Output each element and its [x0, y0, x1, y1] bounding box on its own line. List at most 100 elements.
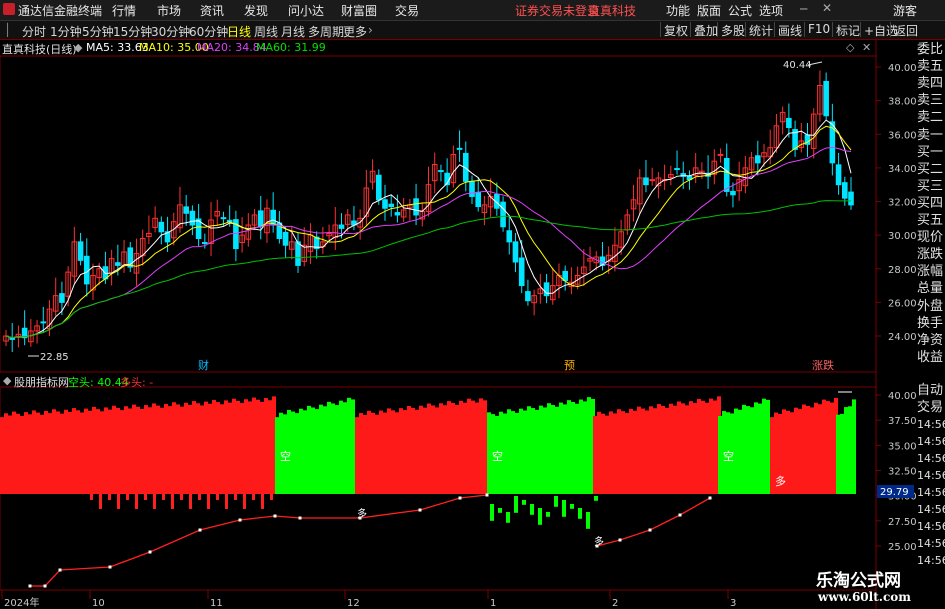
trade-login-warning[interactable]: 证券交易未登录 [515, 2, 599, 19]
indicator-bar [36, 412, 40, 494]
indicator-bar [605, 415, 609, 494]
tab-1min[interactable]: 1分钟 [50, 23, 82, 40]
tab-30min[interactable]: 30分钟 [151, 23, 190, 40]
draw-line-button[interactable]: 画线 [774, 22, 805, 38]
indicator-bar [559, 402, 563, 494]
indicator-bar [613, 413, 617, 494]
tab-60min[interactable]: 60分钟 [189, 23, 228, 40]
quote-label: 买五 [917, 213, 944, 228]
indicator-bar [311, 407, 315, 494]
tab-5min[interactable]: 5分钟 [82, 23, 114, 40]
indicator-bar [0, 417, 4, 494]
menu-item-formula[interactable]: 公式 [728, 2, 752, 19]
tab-monthly[interactable]: 月线 [281, 23, 305, 40]
candle-body [375, 174, 382, 201]
indicator-bar [240, 403, 244, 494]
ma60-line [5, 200, 851, 339]
sub-bar [135, 494, 138, 509]
indicator-bar [232, 398, 236, 494]
kline-chart[interactable]: 空空空多多多 40.0038.0036.0034.0032.0030.0028.… [0, 40, 917, 609]
menu-item-wealth[interactable]: 财富圈 [341, 2, 377, 19]
stats-button[interactable]: 统计 [745, 22, 776, 38]
indicator-bar [617, 409, 621, 494]
tab-multi-period[interactable]: 多周期 [308, 23, 344, 40]
ma-info-bar: 直真科技(日线) ◆ MA5: 33.63 MA10: 35.00 MA20: … [0, 40, 880, 56]
tab-daily[interactable]: 日线 [227, 23, 251, 40]
indicator-bar [236, 400, 240, 494]
indicator-bar [531, 408, 535, 494]
guest-login[interactable]: 游客 [893, 2, 917, 19]
indicator-bar [653, 408, 657, 494]
chevron-right-icon[interactable]: › [368, 23, 373, 37]
indicator-bar [475, 402, 479, 494]
candle-body [848, 191, 854, 206]
back-button[interactable]: 返回 [890, 22, 921, 38]
candle-body [270, 209, 276, 226]
gear-icon[interactable]: ◆ [74, 41, 82, 54]
back-icon[interactable]: │ [4, 23, 11, 37]
indicator-bar [383, 412, 387, 494]
indicator-bar [463, 402, 467, 494]
x-axis-label: 1 [490, 598, 496, 609]
sub-bar [162, 494, 165, 500]
close-chart-icon[interactable]: ✕ [862, 41, 871, 54]
indicator-bar [471, 400, 475, 494]
quote-label: 卖四 [917, 76, 944, 92]
trend-dot [618, 538, 622, 542]
indicator-bar [16, 413, 20, 494]
indicator-bar [523, 410, 527, 494]
indicator-bar [291, 411, 295, 494]
f10-button[interactable]: F10 [804, 22, 833, 37]
minimize-icon[interactable]: ─ [800, 2, 807, 16]
tab-15min[interactable]: 15分钟 [113, 23, 152, 40]
trend-dot [148, 550, 152, 554]
menu-item-layout[interactable]: 版面 [697, 2, 721, 19]
gear-icon[interactable]: ◆ [3, 374, 11, 387]
tab-weekly[interactable]: 周线 [254, 23, 278, 40]
indicator-bar [76, 410, 80, 494]
quote-label: 现价 [917, 230, 944, 246]
indicator-bar [319, 404, 323, 494]
indicator-bar [669, 403, 673, 494]
indicator-bar [519, 408, 523, 494]
sub-bar [90, 494, 93, 500]
menu-item-options[interactable]: 选项 [759, 2, 783, 19]
menu-item-function[interactable]: 功能 [666, 2, 690, 19]
candle-body [823, 80, 829, 117]
indicator-bar [511, 411, 515, 494]
menu-item-market[interactable]: 市场 [157, 2, 181, 19]
candle-body [786, 117, 792, 129]
diamond-icon[interactable]: ◇ [846, 41, 854, 54]
indicator-bar [248, 401, 252, 494]
indicator-bar [609, 411, 613, 494]
indicator-bar [351, 399, 355, 494]
indicator-bar [483, 400, 487, 494]
trend-dot [418, 508, 422, 512]
menu-bar: 通达信金融终端 行情 市场 资讯 发现 问小达 财富圈 交易 证券交易未登录 直… [0, 0, 945, 21]
x-axis-label: 3 [730, 598, 736, 609]
indicator-bar [419, 405, 423, 494]
trend-dot [43, 584, 47, 588]
tab-more[interactable]: 更多 [343, 23, 367, 40]
sub-bar [189, 494, 192, 509]
indicator-bar [128, 408, 132, 494]
indicator-bar [637, 406, 641, 494]
menu-item-trade[interactable]: 交易 [395, 2, 419, 19]
close-icon[interactable]: ✕ [822, 1, 832, 15]
multi-stock-button[interactable]: 多股 [717, 22, 748, 38]
tab-intraday[interactable]: 分时 [22, 23, 46, 40]
sub-bar [490, 504, 494, 521]
menu-item-ask[interactable]: 问小达 [288, 2, 324, 19]
menu-item-quotes[interactable]: 行情 [112, 2, 136, 19]
adjust-button[interactable]: 复权 [660, 22, 691, 38]
indicator-bar [547, 403, 551, 494]
menu-item-news[interactable]: 资讯 [200, 2, 224, 19]
quote-label: 买一 [917, 144, 944, 160]
trade-time-label: 14:56 [917, 435, 945, 448]
trend-dot [238, 518, 242, 522]
mark-button[interactable]: 标记 [832, 22, 863, 38]
candle-body [257, 210, 264, 228]
candle-body [500, 201, 506, 228]
menu-item-discover[interactable]: 发现 [244, 2, 268, 19]
indicator-bar [709, 398, 713, 494]
